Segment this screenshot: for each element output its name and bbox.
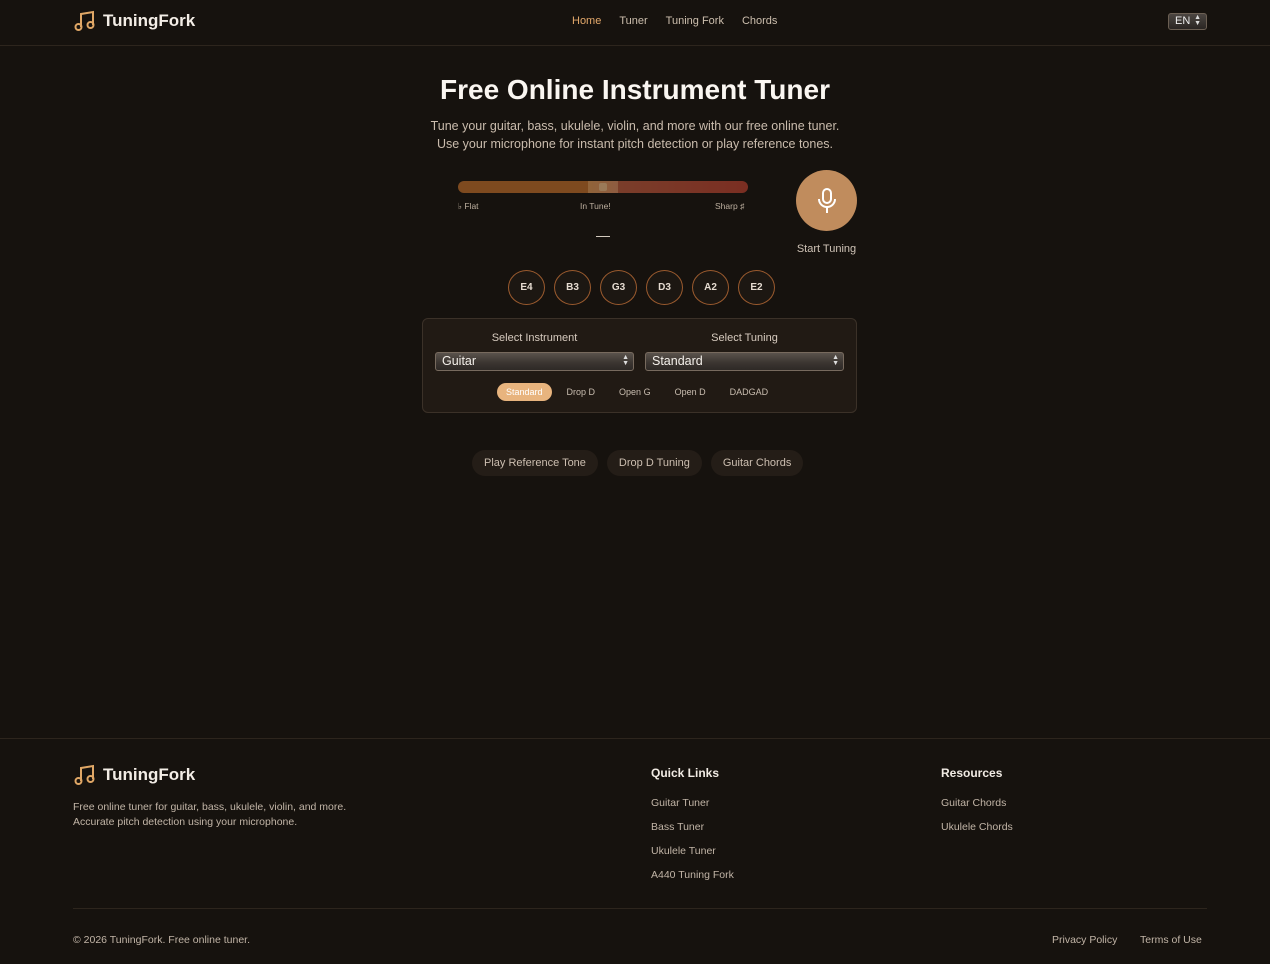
instrument-value: Guitar xyxy=(442,354,477,368)
preset-open-g[interactable]: Open G xyxy=(610,383,660,401)
footer-desc-line: Accurate pitch detection using your micr… xyxy=(73,816,298,828)
flat-label: ♭ Flat xyxy=(458,201,479,211)
instrument-label: Select Instrument xyxy=(491,332,578,344)
footer-description: Free online tuner for guitar, bass, ukul… xyxy=(73,800,393,830)
footer-link-bass-tuner[interactable]: Bass Tuner xyxy=(651,821,704,833)
footer-link-guitar-chords[interactable]: Guitar Chords xyxy=(941,797,1006,809)
string-button-d3[interactable]: D3 xyxy=(646,270,683,305)
string-button-g3[interactable]: G3 xyxy=(600,270,637,305)
page-title: Free Online Instrument Tuner xyxy=(440,74,830,105)
language-select[interactable]: EN ▲ ▼ xyxy=(1168,13,1207,30)
resources-heading: Resources xyxy=(941,766,1003,780)
footer-brand[interactable]: TuningFork xyxy=(73,764,195,786)
footer-brand-name: TuningFork xyxy=(103,765,196,784)
tuning-meter xyxy=(458,181,748,193)
privacy-policy-link[interactable]: Privacy Policy xyxy=(1052,934,1117,946)
nav-home[interactable]: Home xyxy=(572,15,601,27)
nav-chords[interactable]: Chords xyxy=(742,15,777,27)
footer-link-guitar-tuner[interactable]: Guitar Tuner xyxy=(651,797,709,809)
drop-d-tuning-link[interactable]: Drop D Tuning xyxy=(606,450,702,476)
in-tune-label: In Tune! xyxy=(580,201,611,211)
main-nav: Home Tuner Tuning Fork Chords xyxy=(572,15,777,27)
preset-drop-d[interactable]: Drop D xyxy=(558,383,605,401)
footer-link-a440-tuning-fork[interactable]: A440 Tuning Fork xyxy=(651,869,734,881)
tuning-presets: Standard Drop D Open G Open D DADGAD xyxy=(497,383,783,401)
page-subtitle: Tune your guitar, bass, ukulele, violin,… xyxy=(385,117,885,153)
terms-of-use-link[interactable]: Terms of Use xyxy=(1140,934,1202,946)
sharp-label: Sharp ♯ xyxy=(715,201,745,211)
start-tuning-label: Start Tuning xyxy=(796,243,857,255)
string-buttons: E4 B3 G3 D3 A2 E2 xyxy=(508,270,775,305)
microphone-icon xyxy=(817,187,836,213)
nav-tuner[interactable]: Tuner xyxy=(619,15,647,27)
preset-standard[interactable]: Standard xyxy=(497,383,552,401)
string-button-e2[interactable]: E2 xyxy=(738,270,775,305)
footer-link-ukulele-tuner[interactable]: Ukulele Tuner xyxy=(651,845,716,857)
tuning-value: Standard xyxy=(652,354,703,368)
header: TuningFork Home Tuner Tuning Fork Chords… xyxy=(0,0,1270,46)
preset-dadgad[interactable]: DADGAD xyxy=(721,383,778,401)
copyright: © 2026 TuningFork. Free online tuner. xyxy=(73,934,251,946)
detected-note: — xyxy=(596,227,610,243)
nav-tuning-fork[interactable]: Tuning Fork xyxy=(666,15,724,27)
select-arrows-icon: ▲ ▼ xyxy=(622,354,629,367)
brand-name: TuningFork xyxy=(103,11,196,30)
music-note-icon xyxy=(74,10,95,31)
select-arrows-icon: ▲ ▼ xyxy=(1194,14,1201,27)
footer-desc-line: Free online tuner for guitar, bass, ukul… xyxy=(73,801,347,813)
footer-link-ukulele-chords[interactable]: Ukulele Chords xyxy=(941,821,1013,833)
page: TuningFork Home Tuner Tuning Fork Chords… xyxy=(0,0,1270,964)
tuning-label: Select Tuning xyxy=(711,332,778,344)
string-button-e4[interactable]: E4 xyxy=(508,270,545,305)
meter-needle xyxy=(599,183,607,191)
settings-panel: Select Instrument Select Tuning Guitar ▲… xyxy=(422,318,857,413)
language-value: EN xyxy=(1175,15,1191,27)
brand-logo[interactable]: TuningFork xyxy=(73,10,195,32)
tuning-select[interactable]: Standard ▲ ▼ xyxy=(645,352,844,371)
string-button-b3[interactable]: B3 xyxy=(554,270,591,305)
instrument-select[interactable]: Guitar ▲ ▼ xyxy=(435,352,634,371)
preset-open-d[interactable]: Open D xyxy=(666,383,715,401)
music-note-icon xyxy=(74,764,95,785)
start-tuning-button[interactable] xyxy=(796,170,857,231)
footer-bottom-divider xyxy=(73,908,1207,909)
quick-links-heading: Quick Links xyxy=(651,766,720,780)
select-arrows-icon: ▲ ▼ xyxy=(832,354,839,367)
action-links: Play Reference Tone Drop D Tuning Guitar… xyxy=(472,450,804,476)
guitar-chords-link[interactable]: Guitar Chords xyxy=(710,450,804,476)
subtitle-line: Use your microphone for instant pitch de… xyxy=(436,137,834,151)
string-button-a2[interactable]: A2 xyxy=(692,270,729,305)
subtitle-line: Tune your guitar, bass, ukulele, violin,… xyxy=(430,119,840,133)
footer-divider xyxy=(0,738,1270,739)
play-reference-tone-button[interactable]: Play Reference Tone xyxy=(472,450,598,476)
